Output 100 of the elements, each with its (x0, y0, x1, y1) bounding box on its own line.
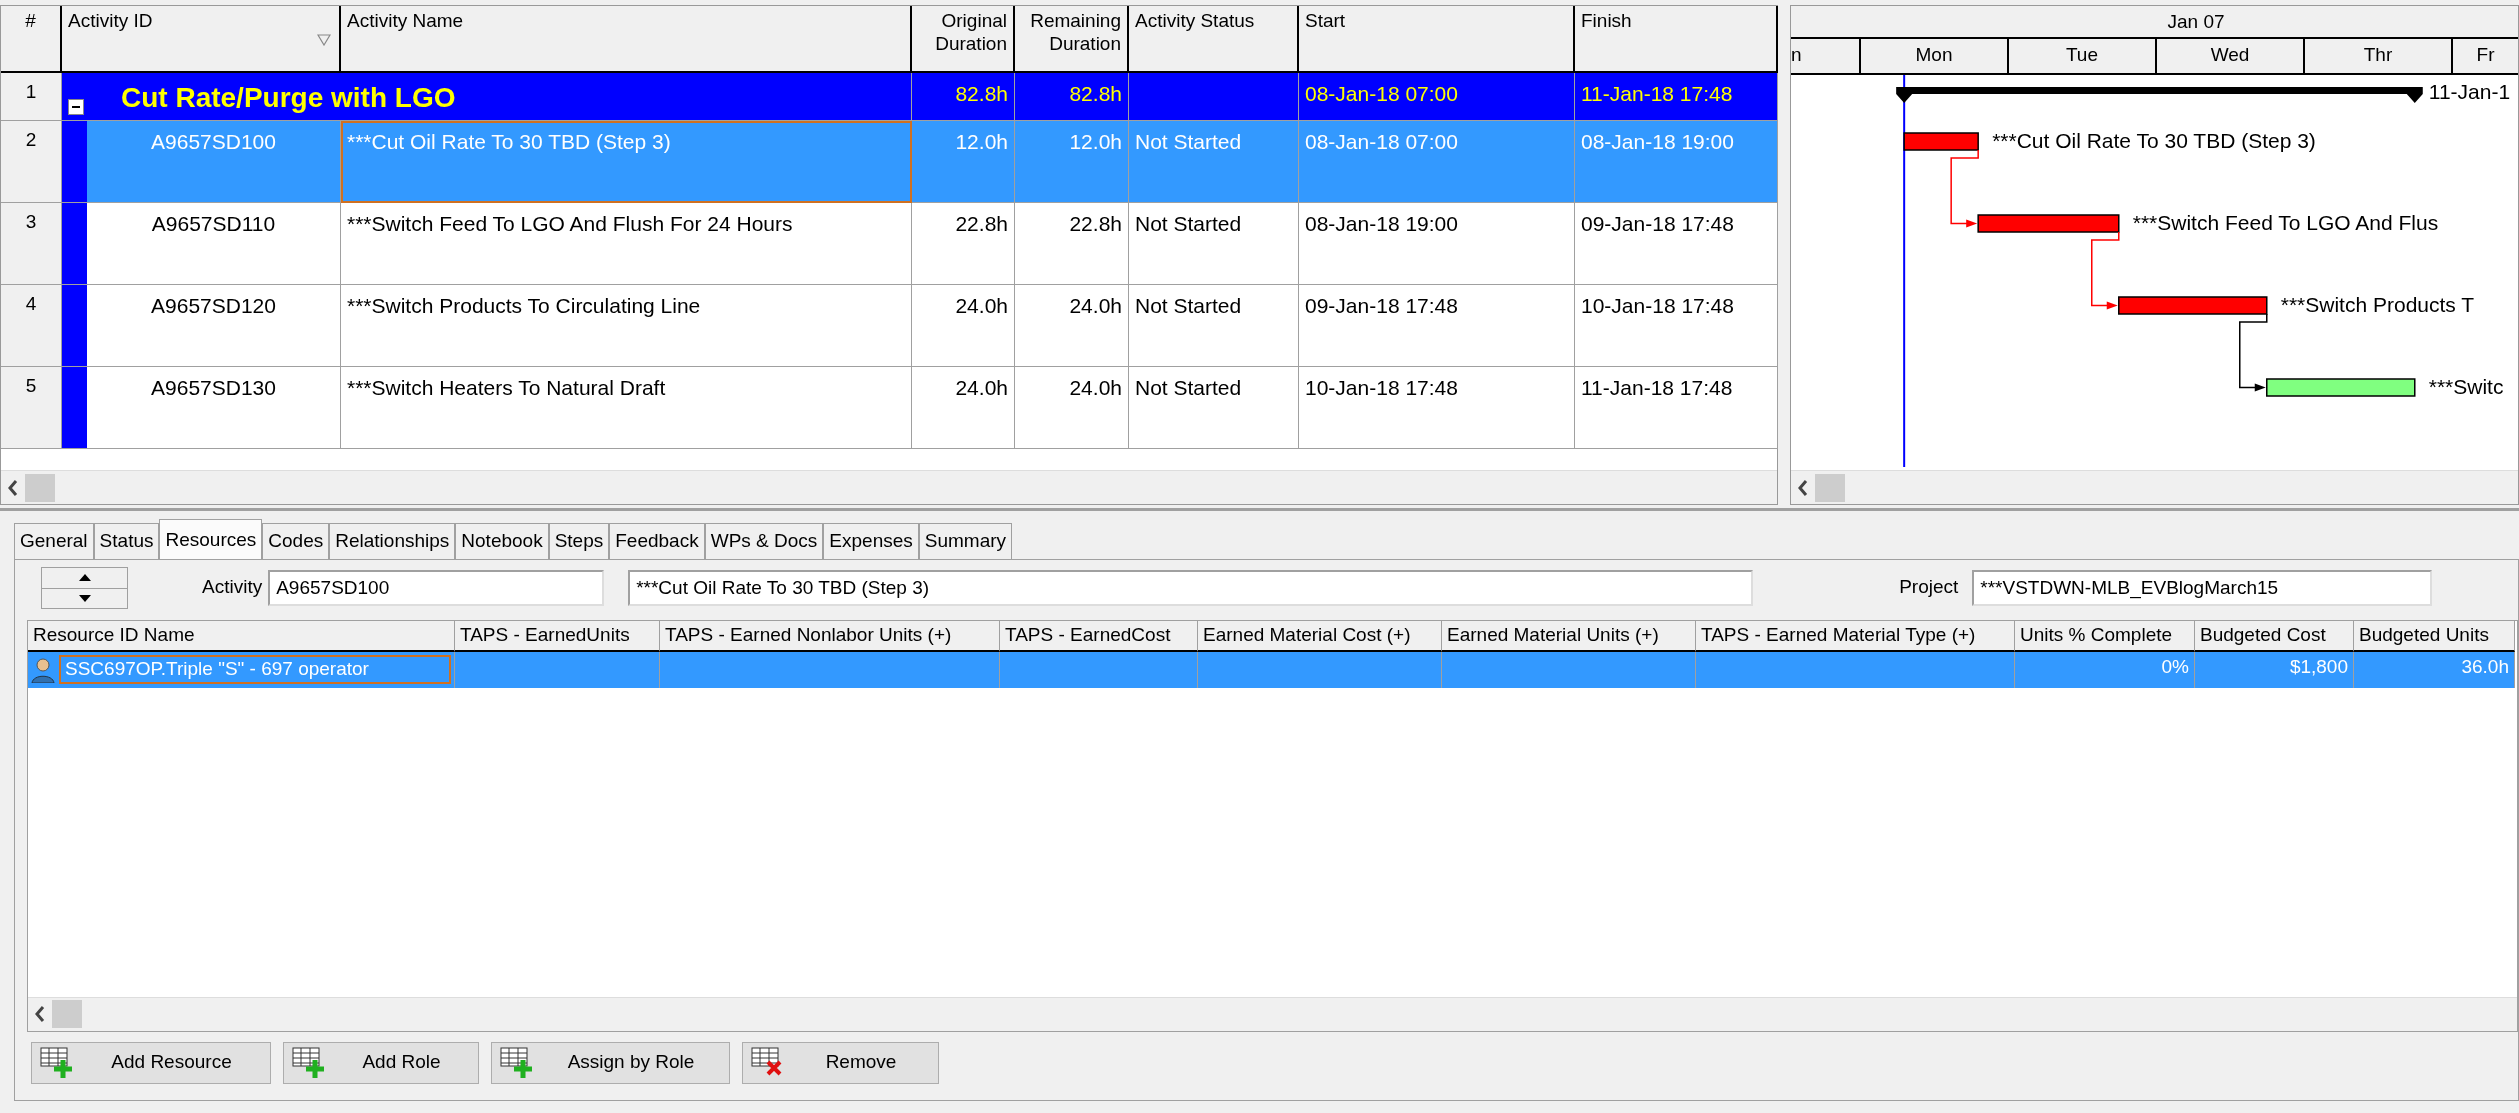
add-button[interactable]: Assign by Role (491, 1041, 730, 1084)
bar-label: ***Switch Feed To LGO And Flus (2132, 211, 2439, 234)
status-cell: Not Started (1129, 285, 1299, 367)
column-header[interactable]: # (1, 6, 62, 73)
project-field[interactable]: ***VSTDWN-MLB_EVBlogMarch15 (1972, 569, 2433, 606)
row-number: 1 (1, 73, 62, 121)
activity-name-cell: ***Switch Feed To LGO And Flush For 24 Hours (341, 203, 912, 285)
table-cell: $1,800 (2195, 651, 2354, 688)
bar-label: ***Cut Oil Rate To 30 TBD (Step 3) (1992, 129, 2316, 152)
day-header: Tue (2009, 39, 2157, 73)
row-number: 5 (1, 367, 62, 449)
date-cell: 08-Jan-18 07:00 (1299, 121, 1575, 203)
column-header[interactable]: Resource ID Name (28, 620, 455, 652)
tab[interactable]: Feedback (609, 523, 705, 559)
column-header[interactable]: TAPS - EarnedCost (1000, 620, 1198, 652)
field-label: Project (1899, 576, 1959, 600)
date-cell: 11-Jan-18 17:48 (1575, 367, 1778, 449)
column-header[interactable]: Budgeted Cost (2195, 620, 2354, 652)
add-button[interactable]: Add Role (283, 1041, 479, 1084)
column-header[interactable]: Start (1299, 6, 1575, 73)
activity-id-cell: A9657SD130 (87, 367, 341, 449)
day-header: Fr (2453, 39, 2518, 73)
date-cell: 10-Jan-18 17:48 (1299, 367, 1575, 449)
column-header[interactable]: Earned Material Units (+) (1442, 620, 1696, 652)
tab[interactable]: WPs & Docs (704, 523, 824, 559)
activity-id-cell: A9657SD100 (87, 121, 341, 203)
table-add-icon (292, 1046, 325, 1079)
day-header: n (1791, 39, 1861, 73)
table-add-icon (40, 1046, 73, 1079)
column-header[interactable]: Finish (1575, 6, 1778, 73)
tab[interactable]: Resources (159, 519, 263, 559)
day-header: Wed (2157, 39, 2305, 73)
duration-cell: 12.0h (912, 121, 1015, 203)
summary-date-label: 11-Jan-1 (2428, 80, 2511, 103)
status-cell: Not Started (1129, 367, 1299, 449)
wbs-title: Cut Rate/Purge with LGO (121, 81, 456, 115)
date-cell: 08-Jan-18 07:00 (1299, 73, 1575, 121)
date-cell: 08-Jan-18 19:00 (1575, 121, 1778, 203)
duration-cell: 82.8h (1015, 73, 1129, 121)
date-cell: 10-Jan-18 17:48 (1575, 285, 1778, 367)
status-cell: Not Started (1129, 203, 1299, 285)
column-header[interactable]: Activity Status (1129, 6, 1299, 73)
duration-cell: 22.8h (912, 203, 1015, 285)
scroll-left-icon[interactable] (34, 1005, 46, 1024)
add-button[interactable]: Add Resource (31, 1041, 271, 1084)
duration-cell: 24.0h (1015, 285, 1129, 367)
duration-cell: 22.8h (1015, 203, 1129, 285)
table-cell: 36.0h (2354, 651, 2515, 688)
activity-name-cell: ***Switch Heaters To Natural Draft (341, 367, 912, 449)
tab[interactable]: Codes (262, 523, 330, 559)
tab[interactable]: Status (93, 523, 160, 559)
duration-cell: 24.0h (1015, 367, 1129, 449)
row-number: 3 (1, 203, 62, 285)
column-header[interactable]: TAPS - EarnedUnits (455, 620, 660, 652)
column-header[interactable]: Remaining Duration (1015, 6, 1129, 73)
column-header[interactable]: TAPS - Earned Nonlabor Units (+) (660, 620, 1000, 652)
duration-cell: 12.0h (1015, 121, 1129, 203)
scrollbar-thumb[interactable] (1815, 473, 1845, 502)
day-header: Mon (1861, 39, 2009, 73)
scroll-left-icon[interactable] (7, 478, 19, 497)
up-arrow-icon (78, 574, 91, 582)
activity-name-cell: ***Switch Products To Circulating Line (341, 285, 912, 367)
table-add-icon (500, 1046, 533, 1079)
bar-label: ***Switc (2428, 375, 2504, 398)
duration-cell: 82.8h (912, 73, 1015, 121)
date-cell: 09-Jan-18 17:48 (1299, 285, 1575, 367)
column-header[interactable]: Earned Material Cost (+) (1198, 620, 1442, 652)
status-cell: Not Started (1129, 121, 1299, 203)
bar-label: ***Switch Products T (2280, 293, 2475, 316)
column-header[interactable]: Activity ID (62, 6, 341, 73)
row-number: 2 (1, 121, 62, 203)
activity-id-field[interactable]: A9657SD100 (268, 569, 605, 606)
tab[interactable]: Summary (918, 523, 1013, 559)
tab[interactable]: Relationships (329, 523, 456, 559)
tab[interactable]: Steps (548, 523, 610, 559)
tab[interactable]: General (14, 523, 94, 559)
date-cell: 08-Jan-18 19:00 (1299, 203, 1575, 285)
column-header[interactable]: Activity Name (341, 6, 912, 73)
activity-name-cell: ***Cut Oil Rate To 30 TBD (Step 3) (341, 121, 912, 203)
column-header[interactable]: Original Duration (912, 6, 1015, 73)
tab[interactable]: Expenses (823, 523, 919, 559)
tab[interactable]: Notebook (455, 523, 549, 559)
down-arrow-icon (78, 594, 91, 602)
column-header[interactable]: TAPS - Earned Material Type (+) (1696, 620, 2015, 652)
column-header[interactable]: Units % Complete (2015, 620, 2195, 652)
table-cell: 0% (2015, 651, 2195, 688)
activity-id-cell: A9657SD110 (87, 203, 341, 285)
column-header[interactable]: Budgeted Units (2354, 620, 2515, 652)
scrollbar-thumb[interactable] (52, 1000, 82, 1029)
date-cell: 11-Jan-18 17:48 (1575, 73, 1778, 121)
activity-name-field[interactable]: ***Cut Oil Rate To 30 TBD (Step 3) (628, 569, 1754, 606)
scroll-left-icon[interactable] (1797, 478, 1809, 497)
date-cell: 09-Jan-18 17:48 (1575, 203, 1778, 285)
day-header: Thr (2305, 39, 2453, 73)
scrollbar-thumb[interactable] (25, 473, 55, 502)
collapse-toggle-icon[interactable] (68, 99, 84, 115)
row-number: 4 (1, 285, 62, 367)
month-header: Jan 07 (2166, 10, 2226, 34)
duration-cell: 24.0h (912, 285, 1015, 367)
remove-button[interactable]: Remove (742, 1041, 939, 1084)
